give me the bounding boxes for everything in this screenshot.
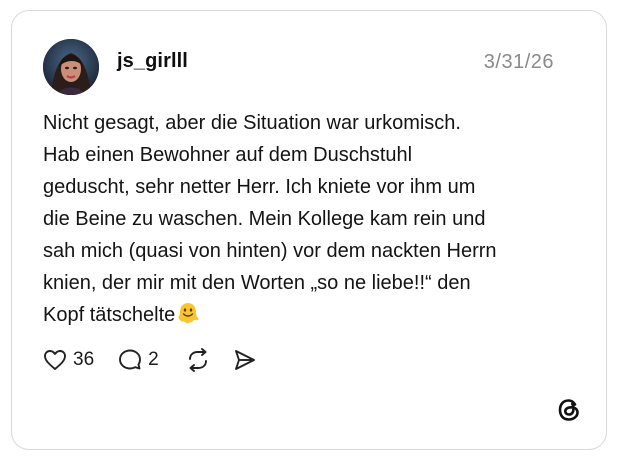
reply-count: 2 <box>148 349 159 370</box>
repost-icon <box>188 348 207 372</box>
melting-face-emoji <box>176 301 200 335</box>
reply-button[interactable]: 2 <box>118 348 159 372</box>
repost-button[interactable] <box>185 348 211 372</box>
post-body: Nicht gesagt, aber die Situation war urk… <box>43 107 563 335</box>
action-bar: 36 2 <box>43 345 257 375</box>
post-card: js_girlll 3/31/26 Nicht gesagt, aber die… <box>11 10 607 450</box>
avatar[interactable] <box>43 39 99 95</box>
send-icon <box>234 350 255 370</box>
heart-icon <box>44 350 66 370</box>
like-count: 36 <box>73 349 95 370</box>
share-button[interactable] <box>233 348 257 372</box>
like-button[interactable]: 36 <box>43 349 94 371</box>
threads-logo-icon[interactable] <box>554 395 584 425</box>
post-text: Nicht gesagt, aber die Situation war urk… <box>43 112 497 326</box>
comment-bubble-icon <box>119 349 142 370</box>
post-timestamp: 3/31/26 <box>483 51 554 73</box>
username[interactable]: js_girlll <box>117 50 188 73</box>
